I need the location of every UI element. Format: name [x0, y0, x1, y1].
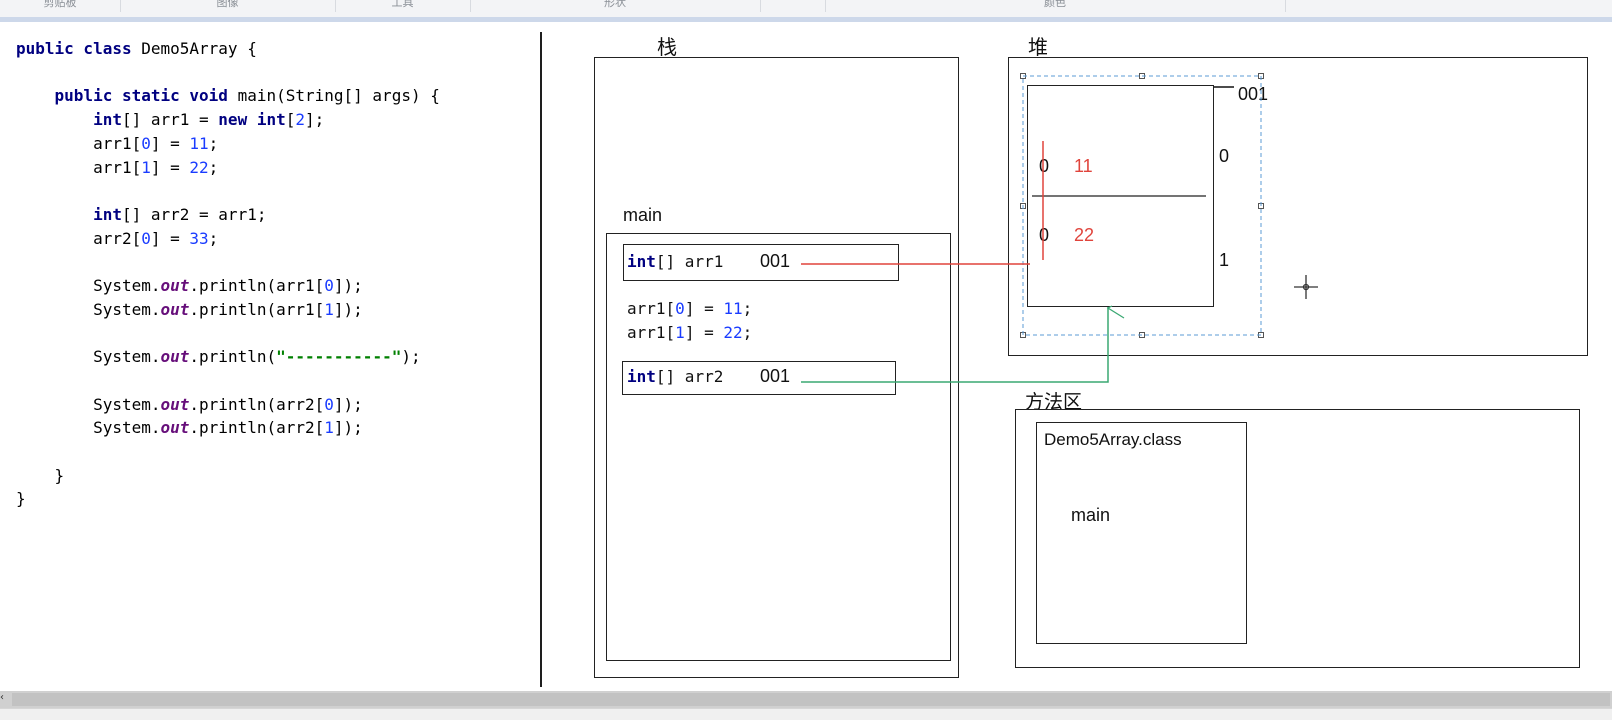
status-bar — [0, 708, 1612, 720]
crosshair-move-cursor-icon — [1294, 275, 1318, 299]
scroll-left-icon[interactable]: ‹ — [0, 692, 10, 707]
arr2-reference-arrow — [801, 307, 1109, 383]
selection-rectangle — [1022, 75, 1262, 336]
arr2-arrow-head — [1106, 305, 1125, 319]
diagram-overlay — [801, 75, 1318, 383]
scrollbar-thumb[interactable] — [12, 693, 1610, 706]
